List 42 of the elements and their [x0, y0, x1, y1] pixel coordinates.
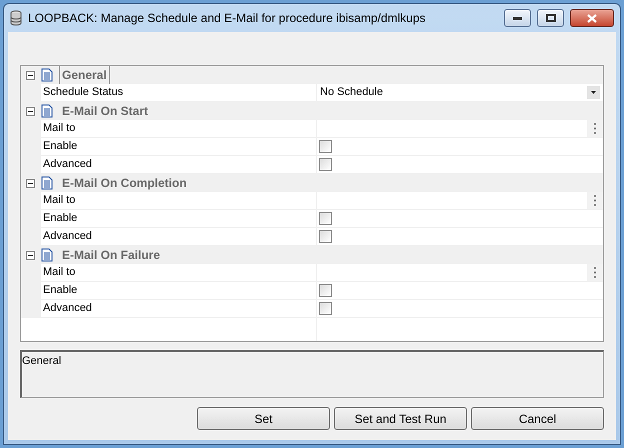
window-title: LOOPBACK: Manage Schedule and E-Mail for procedure ibisamp/dmlkups [28, 10, 427, 27]
ellipsis-icon[interactable] [587, 120, 603, 137]
close-button[interactable] [570, 9, 614, 27]
document-icon [41, 176, 53, 190]
property-label: Mail to [41, 192, 317, 209]
minimize-icon [513, 16, 522, 20]
section-title[interactable]: E-Mail On Failure [59, 245, 164, 265]
schedule-value: No Schedule [319, 85, 384, 100]
description-text: General [22, 355, 62, 367]
collapse-icon[interactable] [26, 106, 35, 116]
property-label: Schedule Status [41, 84, 317, 101]
property-label: Enable [41, 138, 317, 155]
checkbox[interactable] [319, 212, 332, 225]
maximize-button[interactable] [537, 9, 564, 27]
checkbox[interactable] [319, 230, 332, 243]
property-label: Advanced [41, 300, 317, 317]
property-label: Enable [41, 282, 317, 299]
collapse-icon[interactable] [26, 178, 35, 188]
collapse-icon[interactable] [26, 250, 35, 260]
checkbox[interactable] [319, 158, 332, 171]
checkbox[interactable] [319, 302, 332, 315]
checkbox[interactable] [319, 140, 332, 153]
document-icon [41, 68, 53, 82]
dialog-button[interactable]: Set and Test Run [334, 407, 467, 430]
close-icon [587, 14, 597, 22]
minimize-button[interactable] [504, 9, 531, 27]
checkbox[interactable] [319, 284, 332, 297]
dialog-button[interactable]: Cancel [471, 407, 604, 430]
ellipsis-icon[interactable] [587, 264, 603, 281]
ellipsis-icon[interactable] [587, 192, 603, 209]
maximize-icon [546, 14, 556, 22]
property-label: Advanced [41, 228, 317, 245]
database-icon [10, 10, 22, 26]
collapse-icon[interactable] [26, 70, 35, 80]
document-icon [41, 248, 53, 262]
section-title[interactable]: E-Mail On Start [59, 101, 152, 121]
dialog-button[interactable]: Set [197, 407, 330, 430]
property-label: Advanced [41, 156, 317, 173]
property-label: Mail to [41, 120, 317, 137]
property-label: Mail to [41, 264, 317, 281]
document-icon [41, 104, 53, 118]
property-label: Enable [41, 210, 317, 227]
